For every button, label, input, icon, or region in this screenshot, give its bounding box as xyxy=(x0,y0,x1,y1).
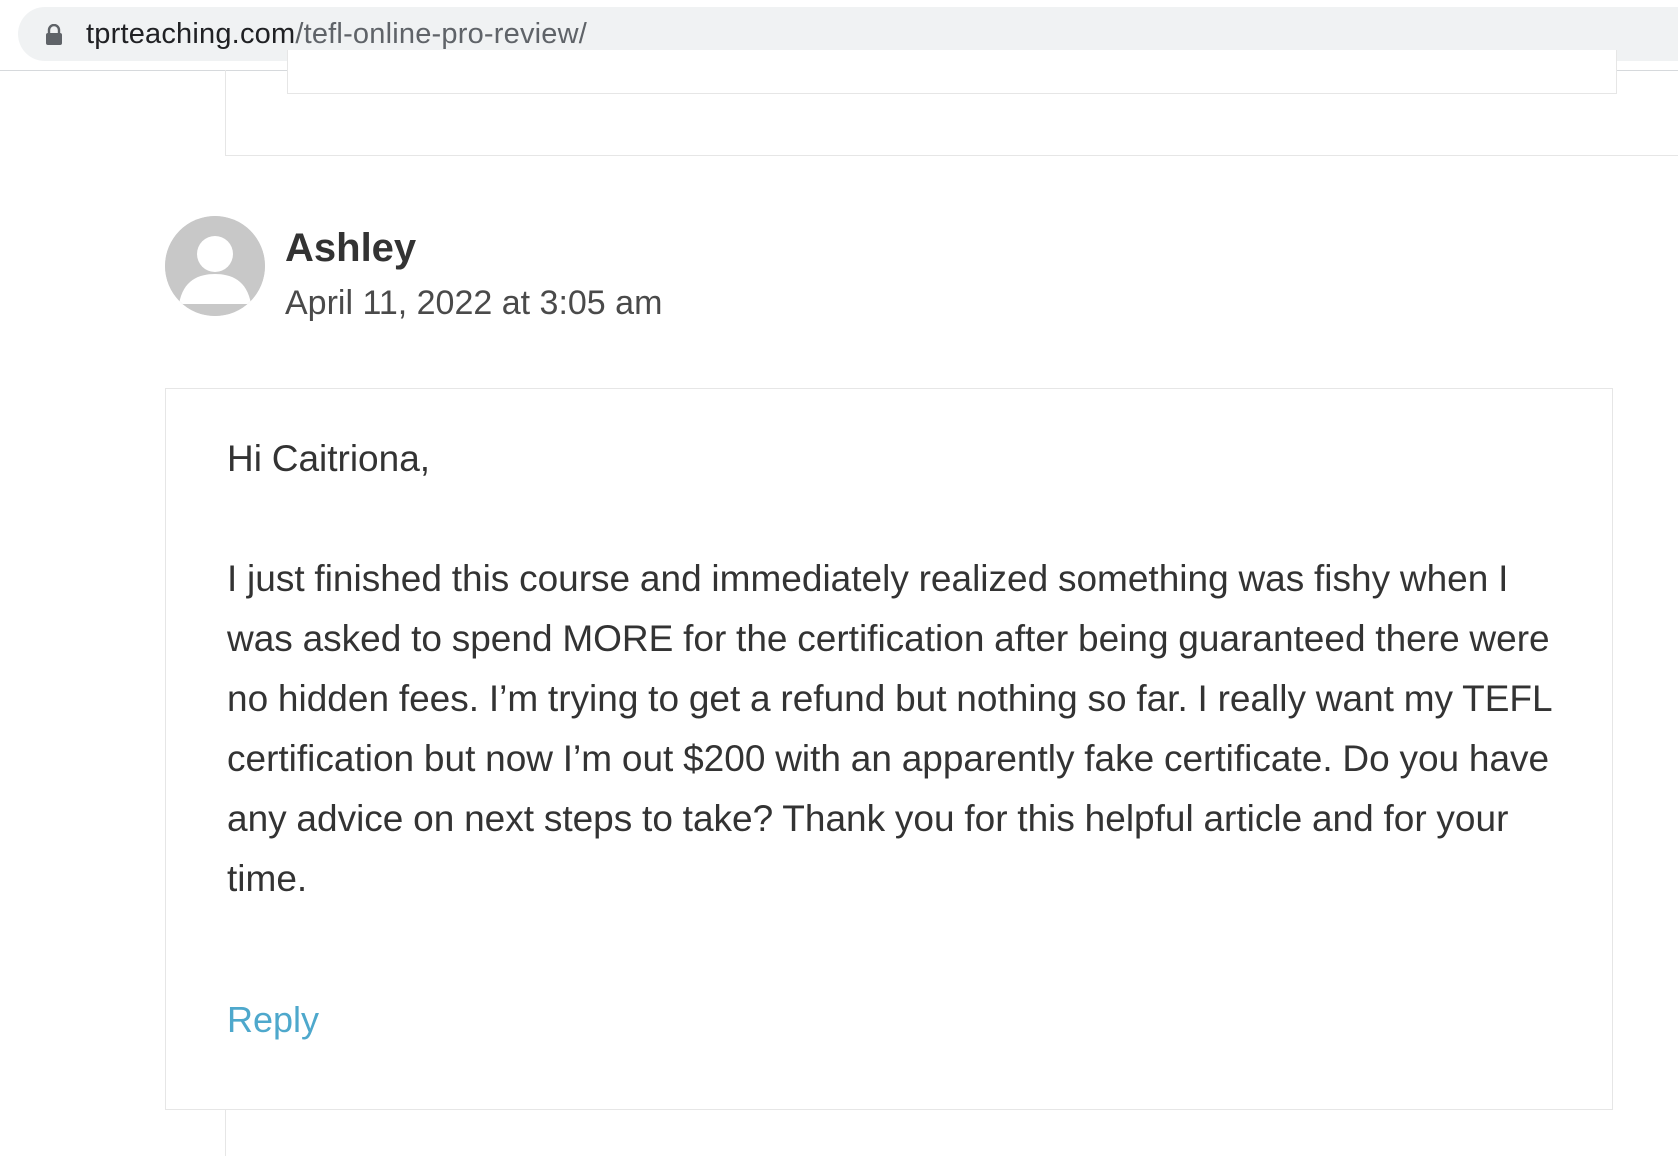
thread-line xyxy=(225,1110,226,1156)
previous-reply-box xyxy=(287,50,1617,94)
comment-text: Hi Caitriona, I just finished this cours… xyxy=(227,429,1557,909)
reply-link[interactable]: Reply xyxy=(227,997,319,1043)
default-user-avatar-icon xyxy=(165,216,265,316)
lock-icon[interactable] xyxy=(45,24,63,46)
avatar-silhouette xyxy=(165,216,265,316)
page: tprteaching.com/tefl-online-pro-review/ … xyxy=(0,0,1678,1156)
url-text[interactable]: tprteaching.com/tefl-online-pro-review/ xyxy=(86,15,587,53)
comment-paragraph: I just finished this course and immediat… xyxy=(227,558,1552,899)
url-domain: tprteaching.com xyxy=(86,18,296,50)
comment-greeting: Hi Caitriona, xyxy=(227,438,431,479)
url-path: /tefl-online-pro-review/ xyxy=(295,18,588,50)
comment-date[interactable]: April 11, 2022 at 3:05 am xyxy=(285,282,662,324)
comment-author[interactable]: Ashley xyxy=(285,224,416,272)
comment-body-box: Hi Caitriona, I just finished this cours… xyxy=(165,388,1613,1110)
